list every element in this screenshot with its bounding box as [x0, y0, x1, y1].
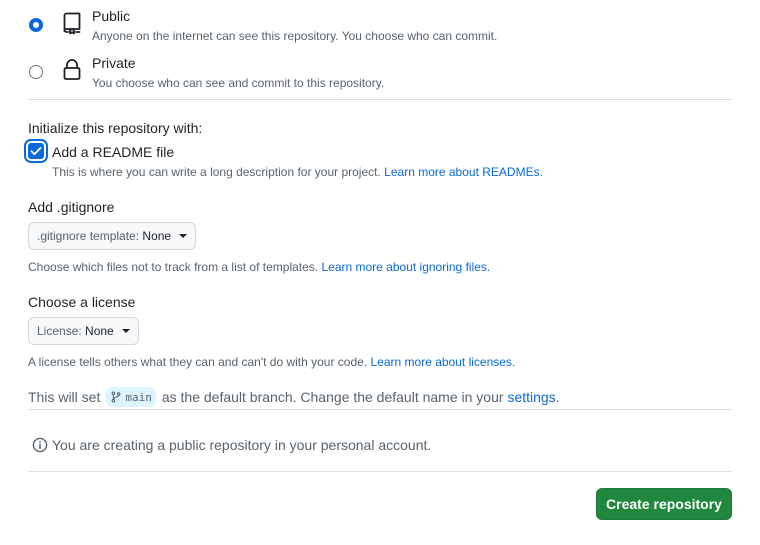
- divider: [28, 99, 732, 100]
- public-radio[interactable]: [29, 18, 43, 32]
- gitignore-select-value: None: [142, 229, 172, 243]
- readme-label[interactable]: Add a README file: [52, 144, 174, 160]
- branch-end: .: [555, 389, 560, 405]
- license-select-prefix: License:: [37, 324, 82, 338]
- initialize-heading: Initialize this repository with:: [28, 120, 203, 136]
- license-help-text: A license tells others what they can and…: [28, 355, 368, 369]
- divider: [28, 471, 732, 472]
- repo-icon: [60, 11, 84, 35]
- branch-name-pill: main: [106, 387, 156, 407]
- settings-link[interactable]: settings: [507, 389, 555, 405]
- readme-checkbox[interactable]: [24, 139, 48, 163]
- license-select[interactable]: License: None: [28, 317, 139, 345]
- license-heading: Choose a license: [28, 294, 136, 310]
- chevron-down-icon: [121, 329, 130, 333]
- gitignore-help: Choose which files not to track from a l…: [28, 260, 490, 274]
- private-description: You choose who can see and commit to thi…: [92, 76, 385, 90]
- gitignore-template-select[interactable]: .gitignore template: None: [28, 222, 197, 250]
- license-help: A license tells others what they can and…: [28, 355, 515, 369]
- public-repo-notice: You are creating a public repository in …: [32, 436, 431, 454]
- info-icon: [32, 437, 48, 453]
- gitignore-heading: Add .gitignore: [28, 199, 115, 215]
- divider: [28, 409, 732, 410]
- license-select-value: None: [85, 324, 114, 338]
- default-branch-info: This will set main as the default branch…: [28, 387, 560, 407]
- chevron-down-icon: [179, 234, 188, 238]
- gitignore-help-text: Choose which files not to track from a l…: [28, 260, 319, 274]
- create-repository-button[interactable]: Create repository: [596, 488, 732, 520]
- branch-suffix: as the default branch. Change the defaul…: [161, 389, 504, 405]
- public-title: Public: [92, 8, 131, 24]
- branch-name: main: [125, 390, 152, 404]
- gitignore-select-prefix: .gitignore template:: [37, 229, 140, 243]
- public-description: Anyone on the internet can see this repo…: [92, 29, 498, 43]
- gitignore-learn-more-link[interactable]: Learn more about ignoring files.: [321, 260, 490, 274]
- private-radio[interactable]: [29, 65, 43, 79]
- notice-text: You are creating a public repository in …: [52, 437, 432, 453]
- readme-learn-more-link[interactable]: Learn more about READMEs.: [384, 165, 543, 179]
- readme-help-text: This is where you can write a long descr…: [52, 165, 381, 179]
- checkmark-icon: [30, 147, 42, 156]
- license-learn-more-link[interactable]: Learn more about licenses.: [371, 355, 516, 369]
- private-title: Private: [92, 55, 136, 71]
- readme-help: This is where you can write a long descr…: [52, 165, 543, 179]
- lock-icon: [60, 58, 84, 82]
- branch-prefix: This will set: [28, 389, 101, 405]
- create-repository-form: Public Anyone on the internet can see th…: [0, 0, 760, 545]
- git-branch-icon: [111, 391, 121, 403]
